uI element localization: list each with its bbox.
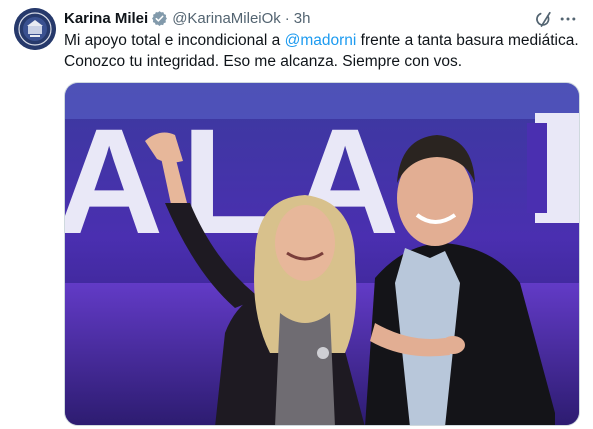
more-icon bbox=[560, 17, 576, 21]
backdrop-letters: ALA bbox=[65, 97, 417, 265]
tweet-text-start: Mi apoyo total e incondicional a bbox=[64, 32, 285, 49]
timestamp[interactable]: 3h bbox=[294, 10, 311, 27]
author-name[interactable]: Karina Milei bbox=[64, 10, 148, 27]
separator: · bbox=[284, 9, 290, 27]
verified-badge-icon[interactable] bbox=[151, 10, 168, 27]
grok-icon bbox=[536, 11, 551, 27]
author-handle[interactable]: @KarinaMileiOk bbox=[172, 10, 281, 27]
mention-link[interactable]: @madorni bbox=[285, 32, 357, 49]
tweet-photo[interactable]: ALA bbox=[64, 82, 580, 426]
more-button[interactable] bbox=[557, 8, 579, 30]
tweet-header: Karina Milei @KarinaMileiOk · 3h bbox=[64, 8, 581, 28]
tweet-text: Mi apoyo total e incondicional a @madorn… bbox=[64, 30, 584, 72]
avatar[interactable] bbox=[14, 8, 56, 50]
seal-avatar bbox=[14, 8, 56, 50]
grok-button[interactable] bbox=[533, 8, 555, 30]
photo-illustration: ALA bbox=[65, 83, 579, 425]
